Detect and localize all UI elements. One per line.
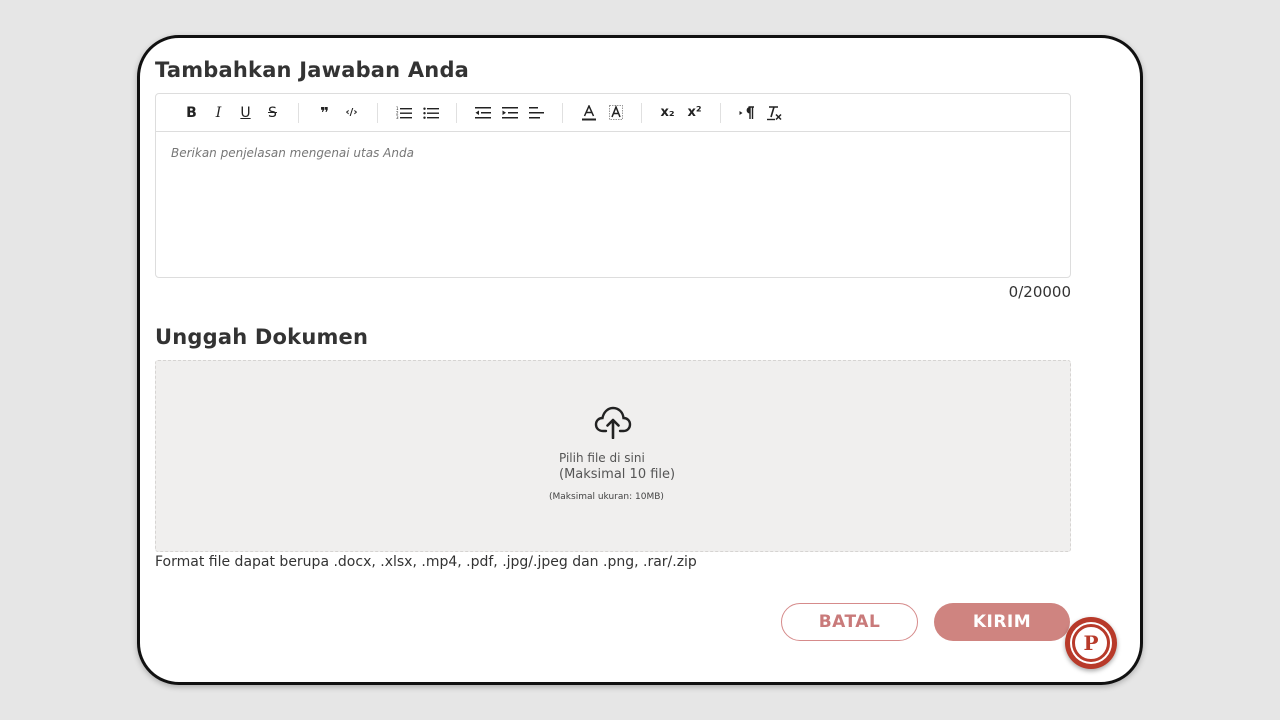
align-button[interactable]: [523, 101, 550, 125]
fab-letter: P: [1083, 631, 1099, 655]
background-color-button[interactable]: [602, 101, 629, 125]
bold-button[interactable]: B: [178, 101, 205, 125]
outdent-icon: [474, 106, 491, 118]
toolbar-divider: [377, 102, 378, 123]
max-size-text: (Maksimal ukuran: 10MB): [549, 492, 664, 502]
text-direction-button[interactable]: [733, 101, 760, 125]
max-files-text: (Maksimal 10 file): [559, 467, 676, 482]
bullet-list-button[interactable]: [417, 101, 444, 125]
character-counter: 0/20000: [1008, 283, 1071, 301]
text-color-icon: [581, 104, 596, 120]
indent-icon: [501, 106, 518, 118]
file-dropzone[interactable]: Pilih file di sini (Maksimal 10 file) (M…: [155, 360, 1071, 552]
underline-button[interactable]: U: [232, 101, 259, 125]
upload-section-title: Unggah Dokumen: [155, 325, 369, 349]
toolbar-divider: [720, 102, 721, 123]
align-left-icon: [528, 106, 544, 118]
logo-p-icon: P: [1072, 624, 1110, 662]
blockquote-button[interactable]: ❞: [311, 101, 338, 125]
answer-section-title: Tambahkan Jawaban Anda: [155, 58, 470, 82]
strikethrough-button[interactable]: S: [259, 101, 286, 125]
rich-text-editor[interactable]: B I U S ❞ ‹/› 1 2 3 x₂ x² Berikan penjel…: [155, 93, 1071, 278]
ordered-list-icon: 1 2 3: [396, 106, 412, 120]
superscript-button[interactable]: x²: [681, 101, 708, 125]
subscript-button[interactable]: x₂: [654, 101, 681, 125]
toolbar-divider: [641, 102, 642, 123]
svg-text:3: 3: [396, 115, 399, 120]
italic-button[interactable]: I: [205, 101, 232, 125]
toolbar-divider: [562, 102, 563, 123]
cancel-button[interactable]: BATAL: [781, 603, 918, 641]
ordered-list-button[interactable]: 1 2 3: [390, 101, 417, 125]
cloud-upload-icon: [594, 405, 632, 443]
clear-formatting-button[interactable]: [760, 101, 787, 125]
text-color-button[interactable]: [575, 101, 602, 125]
toolbar-divider: [298, 102, 299, 123]
editor-placeholder: Berikan penjelasan mengenai utas Anda: [171, 146, 414, 160]
submit-button[interactable]: KIRIM: [934, 603, 1070, 641]
toolbar-divider: [456, 102, 457, 123]
editor-toolbar: B I U S ❞ ‹/› 1 2 3 x₂ x²: [156, 94, 1070, 132]
clear-format-icon: [766, 105, 782, 120]
indent-button[interactable]: [496, 101, 523, 125]
highlight-icon: [608, 104, 623, 120]
outdent-button[interactable]: [469, 101, 496, 125]
chat-fab-button[interactable]: P: [1065, 617, 1117, 669]
paragraph-direction-icon: [739, 105, 754, 119]
allowed-formats-text: Format file dapat berupa .docx, .xlsx, .…: [155, 554, 697, 570]
code-block-button[interactable]: ‹/›: [338, 101, 365, 125]
bullet-list-icon: [422, 107, 439, 119]
choose-file-text: Pilih file di sini: [559, 451, 645, 465]
